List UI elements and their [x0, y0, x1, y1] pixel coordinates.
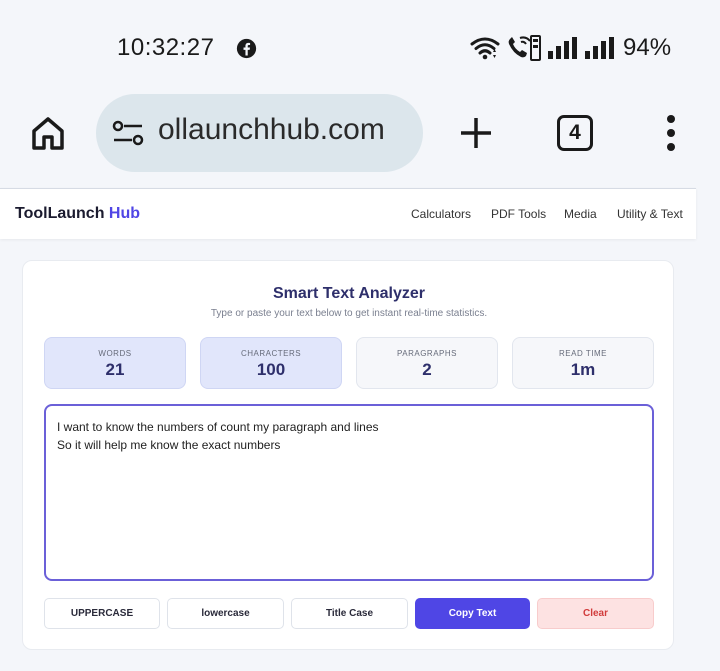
stat-label: PARAGRAPHS	[397, 349, 457, 358]
tab-switcher-button[interactable]: 4	[557, 115, 593, 151]
logo-main: ToolLaunch	[15, 205, 105, 222]
nav-link-media[interactable]: Media	[564, 207, 597, 221]
browser-toolbar: ollaunchhub.com 4	[0, 94, 720, 188]
home-icon[interactable]	[30, 115, 66, 151]
analyzer-card: Smart Text Analyzer Type or paste your t…	[22, 260, 674, 650]
site-header: ToolLaunch Hub Calculators PDF Tools Med…	[0, 188, 696, 239]
nav-link-utility-text[interactable]: Utility & Text	[617, 207, 683, 221]
copy-text-button[interactable]: Copy Text	[415, 598, 530, 629]
stat-label: WORDS	[98, 349, 132, 358]
stat-label: CHARACTERS	[240, 349, 302, 358]
lowercase-button[interactable]: lowercase	[167, 598, 284, 629]
stat-characters: CHARACTERS 100	[200, 337, 342, 389]
stat-value: 21	[105, 360, 125, 379]
site-settings-icon[interactable]	[112, 120, 144, 146]
wifi-icon	[470, 37, 500, 60]
site-logo[interactable]: ToolLaunch Hub	[15, 205, 140, 223]
status-bar: 10:32:27 94%	[0, 0, 720, 96]
nav-link-calculators[interactable]: Calculators	[411, 207, 471, 221]
wifi-call-icon	[508, 35, 541, 61]
stat-paragraphs: PARAGRAPHS 2	[356, 337, 498, 389]
nav-link-pdf-tools[interactable]: PDF Tools	[491, 207, 546, 221]
page-subtitle: Type or paste your text below to get ins…	[210, 308, 488, 319]
stat-value: 1m	[570, 360, 596, 379]
stat-label: READ TIME	[559, 349, 607, 358]
overflow-menu-icon[interactable]	[664, 114, 678, 152]
uppercase-button[interactable]: UPPERCASE	[44, 598, 160, 629]
clear-button[interactable]: Clear	[537, 598, 654, 629]
address-bar[interactable]: ollaunchhub.com	[96, 94, 423, 172]
url-text[interactable]: ollaunchhub.com	[158, 113, 385, 147]
title-case-button[interactable]: Title Case	[291, 598, 408, 629]
logo-accent: Hub	[108, 205, 141, 222]
status-time: 10:32:27	[117, 34, 215, 61]
stat-words: WORDS 21	[44, 337, 186, 389]
stat-value: 2	[422, 360, 432, 379]
text-input-area[interactable]: I want to know the numbers of count my p…	[44, 404, 654, 581]
web-page: ToolLaunch Hub Calculators PDF Tools Med…	[0, 188, 720, 671]
facebook-icon	[236, 38, 257, 59]
page-title: Smart Text Analyzer	[272, 285, 426, 302]
stat-read-time: READ TIME 1m	[512, 337, 654, 389]
new-tab-icon[interactable]	[459, 116, 493, 150]
battery-level: 94%	[623, 34, 672, 61]
signal-icon	[548, 37, 577, 59]
stat-value: 100	[256, 360, 286, 379]
signal-icon	[585, 37, 614, 59]
